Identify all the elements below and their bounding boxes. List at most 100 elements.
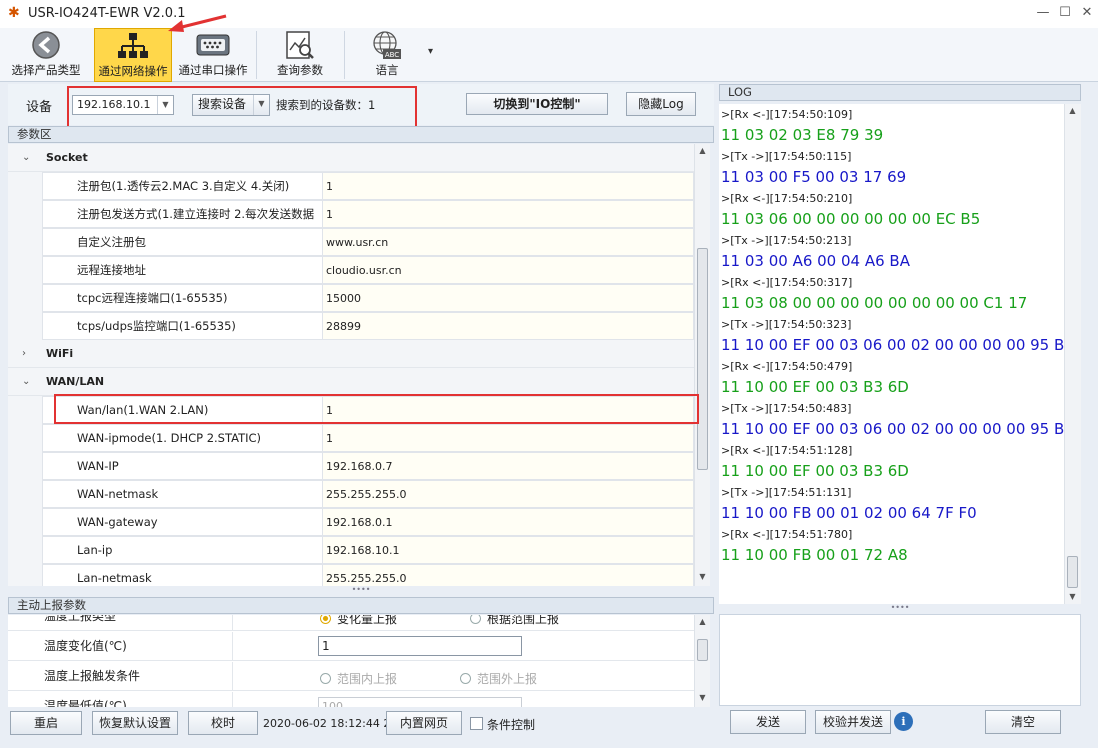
report-row: 温度变化值(℃) 1 [8, 632, 694, 661]
scroll-down-icon[interactable]: ▼ [1065, 590, 1080, 604]
builtin-webpage-button[interactable]: 内置网页 [386, 711, 462, 735]
param-value[interactable]: 192.168.0.1 [322, 508, 694, 536]
category-socket[interactable]: ⌄ Socket [8, 144, 694, 172]
param-value[interactable]: 192.168.10.1 [322, 536, 694, 564]
language-dropdown-arrow-icon[interactable]: ▾ [428, 46, 433, 57]
temp-change-input[interactable]: 1 [318, 636, 522, 656]
chevron-down-icon[interactable]: ▼ [157, 96, 173, 114]
chevron-down-icon[interactable]: ⌄ [22, 368, 34, 396]
scroll-up-icon[interactable]: ▲ [695, 144, 710, 158]
param-value[interactable]: 192.168.0.7 [322, 452, 694, 480]
scroll-down-icon[interactable]: ▼ [695, 691, 710, 705]
restore-defaults-button[interactable]: 恢复默认设置 [92, 711, 178, 735]
scroll-down-icon[interactable]: ▼ [695, 570, 710, 584]
window-title: USR-IO424T-EWR V2.0.1 [28, 6, 186, 21]
param-row[interactable]: 注册包(1.透传云2.MAC 3.自定义 4.关闭) 1 [8, 172, 694, 200]
param-grid-scrollbar[interactable]: ▲ ▼ [694, 144, 710, 586]
radio-out-range[interactable]: 范围外上报 [460, 670, 537, 687]
param-row[interactable]: WAN-gateway 192.168.0.1 [8, 508, 694, 536]
param-value[interactable]: 1 [322, 396, 694, 424]
category-wan-lan[interactable]: ⌄ WAN/LAN [8, 368, 694, 396]
splitter-grip[interactable]: •••• [8, 586, 714, 595]
log-rx-data: 11 03 06 00 00 00 00 00 00 EC B5 [721, 210, 981, 228]
scroll-thumb[interactable] [697, 639, 708, 661]
param-row[interactable]: WAN-netmask 255.255.255.0 [8, 480, 694, 508]
param-value[interactable]: 1 [322, 172, 694, 200]
param-value[interactable]: cloudio.usr.cn [322, 256, 694, 284]
verify-send-button[interactable]: 校验并发送 [815, 710, 891, 734]
param-value[interactable]: www.usr.cn [322, 228, 694, 256]
select-product-type-button[interactable]: 选择产品类型 [6, 28, 86, 82]
radio-unchecked-icon [470, 615, 481, 624]
param-row[interactable]: tcpc远程连接端口(1-65535) 15000 [8, 284, 694, 312]
param-row[interactable]: Wan/lan(1.WAN 2.LAN) 1 [8, 396, 694, 424]
report-name: 温度上报触发条件 [8, 662, 233, 691]
radio-range-report[interactable]: 根据范围上报 [470, 615, 559, 627]
search-device-button[interactable]: 搜索设备 ▼ [192, 94, 270, 116]
log-timestamp-line: >[Tx ->][17:54:50:115] [721, 150, 852, 163]
param-value[interactable]: 28899 [322, 312, 694, 340]
param-row[interactable]: 自定义注册包 www.usr.cn [8, 228, 694, 256]
param-value[interactable]: 255.255.255.0 [322, 564, 694, 586]
param-row[interactable]: 远程连接地址 cloudio.usr.cn [8, 256, 694, 284]
param-value[interactable]: 15000 [322, 284, 694, 312]
param-row[interactable]: WAN-ipmode(1. DHCP 2.STATIC) 1 [8, 424, 694, 452]
chevron-down-icon[interactable]: ▼ [253, 95, 269, 115]
log-timestamp-line: >[Tx ->][17:54:51:131] [721, 486, 852, 499]
query-params-button[interactable]: 查询参数 [262, 28, 338, 82]
log-timestamp-line: >[Tx ->][17:54:50:483] [721, 402, 852, 415]
param-row[interactable]: Lan-ip 192.168.10.1 [8, 536, 694, 564]
scroll-thumb[interactable] [1067, 556, 1078, 588]
clear-button[interactable]: 清空 [985, 710, 1061, 734]
param-value[interactable]: 255.255.255.0 [322, 480, 694, 508]
query-chart-icon [262, 28, 338, 62]
report-scrollbar[interactable]: ▲ ▼ [694, 615, 710, 707]
search-device-label: 搜索设备 [198, 97, 247, 111]
splitter-grip[interactable]: •••• [719, 604, 1081, 613]
param-value[interactable]: 1 [322, 424, 694, 452]
param-row[interactable]: 注册包发送方式(1.建立连接时 2.每次发送数据 1 [8, 200, 694, 228]
network-operation-button[interactable]: 通过网络操作 [94, 28, 172, 82]
radio-unchecked-icon [460, 673, 471, 684]
param-name: WAN-netmask [42, 480, 322, 508]
chevron-right-icon[interactable]: › [22, 340, 34, 368]
toolbar: 选择产品类型 通过网络操作 通过串口操作 查询参数 ABC 语言 ▾ [0, 28, 1098, 82]
param-row[interactable]: tcps/udps监控端口(1-65535) 28899 [8, 312, 694, 340]
time-sync-button[interactable]: 校时 [188, 711, 258, 735]
info-icon[interactable]: i [894, 712, 913, 731]
param-row[interactable]: Lan-netmask 255.255.255.0 [8, 564, 694, 586]
switch-io-control-button[interactable]: 切换到"IO控制" [466, 93, 608, 115]
scroll-thumb[interactable] [697, 248, 708, 470]
scroll-up-icon[interactable]: ▲ [695, 615, 710, 629]
back-arrow-icon [6, 28, 86, 62]
serial-operation-button[interactable]: 通过串口操作 [174, 28, 252, 82]
log-tx-data: 11 10 00 FB 00 01 02 00 64 7F F0 [721, 504, 977, 522]
param-value[interactable]: 1 [322, 200, 694, 228]
category-wifi[interactable]: › WiFi [8, 340, 694, 368]
param-row[interactable]: WAN-IP 192.168.0.7 [8, 452, 694, 480]
condition-control-checkbox[interactable] [470, 717, 483, 730]
temp-min-input[interactable]: 100 [318, 697, 522, 707]
report-row: 温度上报类型 变化量上报 根据范围上报 [8, 615, 694, 631]
log-send-textarea[interactable] [719, 614, 1081, 706]
log-rx-data: 11 10 00 EF 00 03 B3 6D [721, 462, 909, 480]
param-name: 注册包发送方式(1.建立连接时 2.每次发送数据 [42, 200, 322, 228]
toolbar-separator [256, 31, 257, 79]
log-tx-data: 11 10 00 EF 00 03 06 00 02 00 00 00 00 9… [721, 420, 1064, 438]
toolbar-label: 语言 [375, 63, 399, 77]
send-button[interactable]: 发送 [730, 710, 806, 734]
radio-change-report[interactable]: 变化量上报 [320, 615, 397, 627]
hide-log-button[interactable]: 隐藏Log [626, 92, 696, 116]
language-button[interactable]: ABC 语言 [352, 28, 422, 82]
radio-in-range[interactable]: 范围内上报 [320, 670, 397, 687]
close-button[interactable]: ✕ [1074, 2, 1098, 24]
restart-button[interactable]: 重启 [10, 711, 82, 735]
found-count: 1 [368, 98, 376, 112]
red-annotation-arrow-icon [168, 14, 227, 32]
chevron-down-icon[interactable]: ⌄ [22, 144, 34, 172]
device-ip-select[interactable]: 192.168.10.1 ▼ [72, 95, 174, 115]
scroll-up-icon[interactable]: ▲ [1065, 104, 1080, 118]
log-scrollbar[interactable]: ▲ ▼ [1064, 104, 1081, 604]
param-name: Wan/lan(1.WAN 2.LAN) [42, 396, 322, 424]
param-name: WAN-ipmode(1. DHCP 2.STATIC) [42, 424, 322, 452]
